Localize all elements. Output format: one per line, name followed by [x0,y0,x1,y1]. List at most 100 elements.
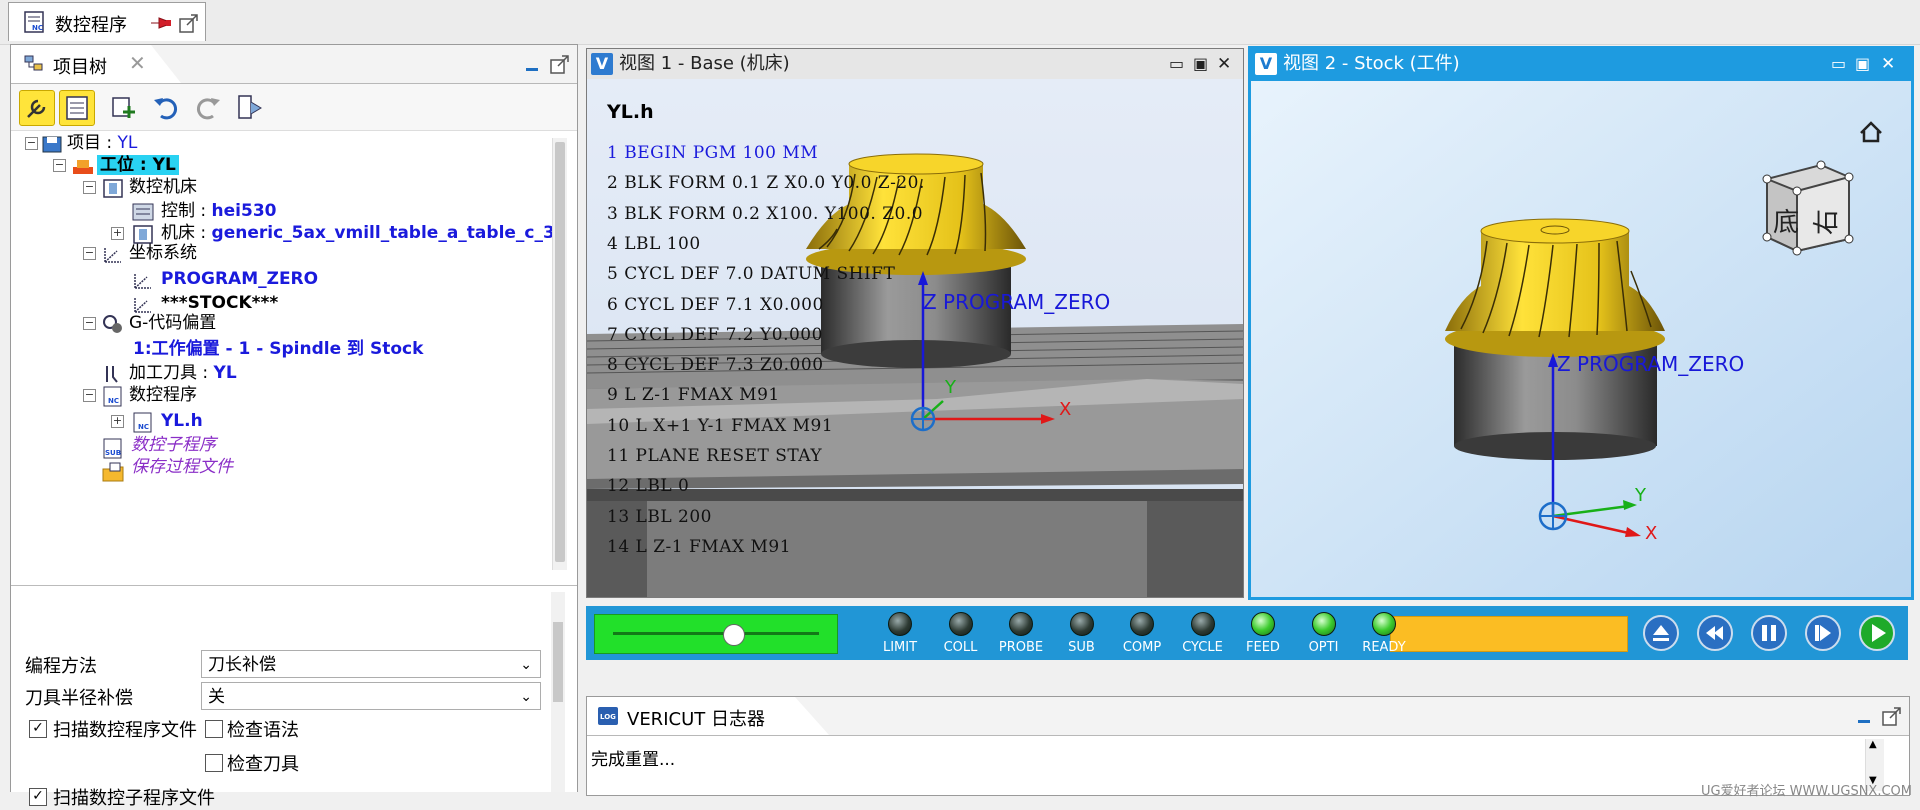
properties-scrollbar[interactable] [551,592,565,792]
tree-item-work-offset[interactable]: 1:工作偏置 - 1 - Spindle 到 Stock [133,337,423,361]
project-tree-header: 项目树 ✕ [11,45,577,84]
logger-header: LOG VERICUT 日志器 [587,697,1909,736]
project-value: YL [117,133,138,153]
tab-label: 数控程序 [55,15,127,36]
programming-method-value: 刀长补偿 [208,655,276,675]
minimize-icon[interactable] [523,57,541,75]
tree-item-save-process[interactable]: 保存过程文件 [131,455,233,479]
tree-scrollbar[interactable] [552,138,567,570]
svg-text:LOG: LOG [600,713,616,721]
project-label: 项目 : [67,133,118,153]
pause-icon[interactable] [1750,614,1788,652]
maximize-icon[interactable]: ▣ [1855,49,1870,79]
tree-toolbar [11,84,577,131]
collapse-toggle[interactable]: − [53,159,66,172]
led-indicator [888,612,912,636]
eject-icon[interactable] [1642,614,1680,652]
undock-icon[interactable] [1881,705,1903,727]
cutter-comp-value: 关 [208,687,225,707]
tree-item-program-zero[interactable]: PROGRAM_ZERO [161,267,318,291]
maximize-icon[interactable]: ▣ [1193,49,1208,79]
chevron-down-icon: ⌄ [520,689,532,705]
speed-slider[interactable] [594,614,838,654]
tree-item-machine-group[interactable]: 数控机床 [129,175,197,199]
tree-item-tooling[interactable]: 加工刀具 : YL [129,361,237,385]
watermark: UG爱好者论坛 WWW.UGSNX.COM [1700,784,1912,799]
top-tab-bar: NC 数控程序 [0,0,1920,45]
rewind-icon[interactable] [1696,614,1734,652]
programming-method-select[interactable]: 刀长补偿 ⌄ [201,650,541,678]
collapse-toggle[interactable]: − [83,317,96,330]
tree-icon [24,55,43,71]
tree-item-control[interactable]: 控制 : hei530 [161,199,277,223]
cutter-comp-select[interactable]: 关 ⌄ [201,682,541,710]
led-label: READY [1362,640,1406,655]
scan-sub-label: 扫描数控子程序文件 [53,788,215,809]
collapse-toggle[interactable]: − [83,181,96,194]
tab-vericut-logger[interactable]: LOG VERICUT 日志器 [587,697,829,735]
tree-item-machine[interactable]: 机床 : generic_5ax_vmill_table_a_table_c_3… [161,221,567,245]
tooling-value: YL [213,363,237,383]
tab-nc-program[interactable]: NC 数控程序 [8,2,206,41]
csys-label: Z PROGRAM_ZERO [923,290,1110,314]
scroll-up-icon[interactable]: ▲ [1869,739,1877,750]
led-label: COMP [1122,640,1162,655]
tree-item-nc-file[interactable]: YL.h [161,409,203,433]
undo-button[interactable] [149,90,183,124]
check-tools-checkbox[interactable] [205,754,223,772]
nc-program-icon: NC [24,11,44,33]
nc-line: 14 L Z-1 FMAX M91 [607,536,792,557]
status-light-ready: READY [1354,610,1414,656]
tree-item-nc-programs[interactable]: 数控程序 [129,383,197,407]
tree-item-nc-subroutines[interactable]: 数控子程序 [131,433,216,457]
scan-nc-checkbox[interactable]: ✓ [29,720,47,738]
axis-x-label: X [1059,399,1071,420]
redo-button[interactable] [191,90,225,124]
check-tools-label: 检查刀具 [227,754,299,775]
view-1-machine[interactable]: V 视图 1 - Base (机床) ▭ ▣ ✕ Z PROGRAM_ZERO … [586,48,1244,598]
tool-button-2[interactable] [59,90,95,126]
undock-icon[interactable] [177,11,201,35]
undock-icon[interactable] [549,53,571,75]
close-icon[interactable]: ✕ [1217,49,1231,79]
layout-button[interactable] [233,90,267,124]
tooling-label: 加工刀具 : [129,363,214,383]
collapse-toggle[interactable]: − [83,389,96,402]
nc-line: 5 CYCL DEF 7.0 DATUM SHIFT [607,264,896,285]
view-2-stock[interactable]: V 视图 2 - Stock (工件) ▭ ▣ ✕ Z PROGRAM_ZERO… [1248,46,1914,600]
expand-toggle[interactable]: + [111,227,124,240]
scan-sub-checkbox[interactable]: ✓ [29,788,47,806]
minimize-icon[interactable]: ▭ [1169,49,1184,79]
collapse-toggle[interactable]: − [83,247,96,260]
led-indicator [1130,612,1154,636]
scan-nc-label: 扫描数控程序文件 [53,720,197,741]
tool-button-1[interactable] [19,90,55,126]
nc-line: 9 L Z-1 FMAX M91 [607,385,780,406]
close-icon[interactable]: ✕ [1881,49,1895,79]
minimize-icon[interactable]: ▭ [1831,49,1846,79]
led-indicator [1251,612,1275,636]
setup-icon [73,160,93,174]
slider-handle[interactable] [723,624,745,646]
nc-file-name: YL.h [607,101,654,123]
add-button[interactable] [107,90,141,124]
tab-project-tree[interactable]: 项目树 ✕ [11,45,181,83]
tree-item-setup[interactable]: 工位 : YL [97,153,179,177]
close-icon[interactable]: ✕ [129,51,146,75]
tree-item-coord-system[interactable]: 坐标系统 [129,241,197,265]
view-2-header: V 视图 2 - Stock (工件) ▭ ▣ ✕ [1251,49,1911,79]
machine-label: 机床 : [161,223,212,243]
minimize-icon[interactable] [1855,709,1873,727]
step-icon[interactable] [1804,614,1842,652]
nc-line: 12 LBL 0 [607,476,690,497]
tree-item-gcode-offsets[interactable]: G-代码偏置 [129,311,216,335]
play-icon[interactable] [1858,614,1896,652]
collapse-toggle[interactable]: − [25,137,38,150]
chevron-down-icon: ⌄ [520,657,532,673]
tree-item-project[interactable]: 项目 : YL [67,131,137,155]
log-message: 完成重置... [591,750,676,770]
check-syntax-checkbox[interactable] [205,720,223,738]
progress-bar [1390,616,1628,652]
pin-icon[interactable] [149,13,173,33]
expand-toggle[interactable]: + [111,415,124,428]
